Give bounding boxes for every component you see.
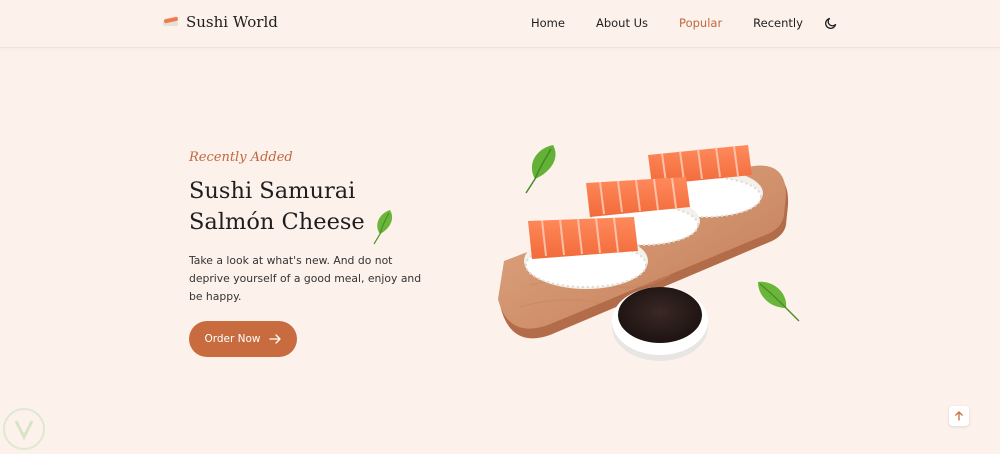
watermark-logo <box>3 408 45 450</box>
hero-description: Take a look at what's new. And do not de… <box>189 254 422 303</box>
arrow-up-icon <box>955 411 963 421</box>
main-nav: Home About Us Popular Recently <box>531 16 834 30</box>
nav-recently[interactable]: Recently <box>753 16 803 30</box>
sushi-illustration <box>498 145 789 361</box>
hero-tag: Recently Added <box>189 150 293 165</box>
theme-toggle-button[interactable] <box>824 15 838 29</box>
arrow-right-icon <box>268 334 281 344</box>
order-now-label: Order Now <box>204 333 261 345</box>
sushi-logo-icon <box>163 16 178 26</box>
hero-title-line1: Sushi Samurai <box>189 178 356 204</box>
hero-title-line2: Salmón Cheese <box>189 209 365 235</box>
leaf-icon <box>373 210 393 245</box>
moon-icon <box>825 17 837 29</box>
scroll-top-button[interactable] <box>949 406 969 426</box>
hero-title: Sushi Samurai Salmón Cheese <box>189 176 365 238</box>
nigiri-front <box>524 217 648 289</box>
soy-sauce-bowl <box>612 287 708 361</box>
logo[interactable]: Sushi World <box>162 13 278 31</box>
nav-popular[interactable]: Popular <box>679 16 722 30</box>
site-header: Sushi World Home About Us Popular Recent… <box>0 0 1000 48</box>
nav-home[interactable]: Home <box>531 16 565 30</box>
nav-about-us[interactable]: About Us <box>596 16 648 30</box>
order-now-button[interactable]: Order Now <box>189 321 297 357</box>
logo-text: Sushi World <box>186 13 278 31</box>
